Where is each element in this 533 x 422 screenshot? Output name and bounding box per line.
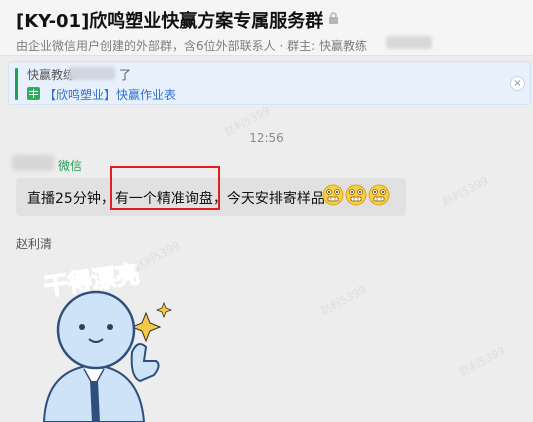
redacted-sender-name[interactable]	[12, 155, 54, 171]
grimacing-face-emoji	[368, 184, 390, 206]
well-done-sticker[interactable]: 干得漂亮	[14, 257, 194, 422]
redacted-owner-name	[386, 36, 432, 49]
watermark-text: 赵利5399	[318, 282, 369, 318]
pinned-author: 快赢教练	[27, 68, 76, 82]
sender-source-tag: 微信	[58, 159, 83, 173]
lock-icon	[329, 12, 338, 24]
chat-subtitle: 由企业微信用户创建的外部群，含6位外部联系人 · 群主: 快赢教练	[16, 39, 367, 53]
pinned-action: 了	[119, 68, 132, 82]
grimacing-face-emoji	[322, 184, 344, 206]
spreadsheet-icon	[27, 87, 40, 100]
chat-title[interactable]: [KY-01]欣鸣塑业快赢方案专属服务群	[16, 7, 323, 33]
redacted-author-name	[69, 67, 115, 80]
pinned-announcement[interactable]: 快赢教练 了 【欣鸣塑业】快赢作业表 ×	[8, 61, 531, 105]
watermark-text: 赵利5399	[440, 173, 491, 209]
chat-header: [KY-01]欣鸣塑业快赢方案专属服务群 由企业微信用户创建的外部群，含6位外部…	[0, 0, 533, 56]
pinned-accent-bar	[15, 68, 18, 100]
watermark-text: 赵利5399	[457, 343, 508, 379]
sender-name[interactable]: 赵利清	[16, 235, 52, 252]
grimacing-face-emoji	[345, 184, 367, 206]
pinned-document-link[interactable]: 【欣鸣塑业】快赢作业表	[44, 86, 176, 103]
close-icon[interactable]: ×	[510, 76, 525, 91]
message-timestamp: 12:56	[249, 131, 284, 145]
highlight-annotation-box	[110, 166, 220, 210]
